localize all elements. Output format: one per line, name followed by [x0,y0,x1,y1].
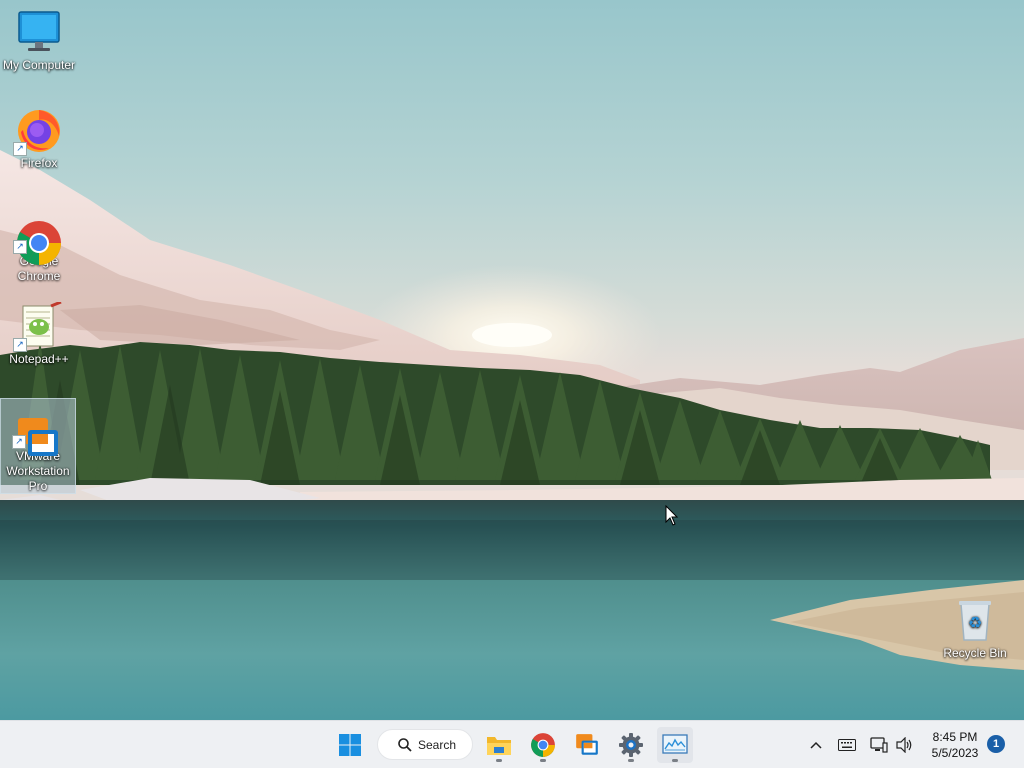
taskbar: Search 8:45 PM 5/5/2023 [0,720,1024,768]
desktop-icon-label: Firefox [20,156,58,170]
network-icon [870,737,888,753]
running-indicator [672,759,678,762]
running-indicator [628,759,634,762]
taskbar-app-resource-monitor[interactable] [657,727,693,763]
firefox-icon: ↗ [13,106,63,156]
chevron-up-icon [810,741,822,749]
speaker-icon [896,737,912,753]
desktop-icon-recycle-bin[interactable]: ♻ Recycle Bin [937,596,1013,661]
recycle-bin-icon: ♻ [951,596,999,644]
mouse-cursor-icon [665,504,679,532]
taskbar-search-box[interactable]: Search [377,729,473,760]
notification-count: 1 [992,738,1000,750]
keyboard-indicator[interactable] [836,721,858,769]
performance-monitor-icon [662,734,688,754]
network-status[interactable] [868,721,890,769]
start-button[interactable] [332,727,368,763]
clock-date: 5/5/2023 [931,746,979,760]
shortcut-arrow-icon: ↗ [13,338,27,352]
search-icon [398,737,412,752]
volume-control[interactable] [894,721,916,769]
search-label: Search [418,737,457,752]
desktop-icon-label: Recycle Bin [943,646,1007,660]
keyboard-icon [838,739,856,751]
clock[interactable]: 8:45 PM 5/5/2023 [924,729,986,761]
clock-time: 8:45 PM [932,730,978,744]
desktop-icon-google-chrome[interactable]: ↗ Google Chrome [1,204,77,284]
desktop-icon-vmware[interactable]: ↗ VMware Workstation Pro [0,398,76,494]
gear-icon [619,733,643,757]
shortcut-arrow-icon: ↗ [13,240,27,254]
desktop-icon-label: Notepad++ [9,352,69,366]
desktop-icon-label: My Computer [2,58,76,72]
vmware-icon: ↗ [12,399,62,456]
desktop-icon-my-computer[interactable]: My Computer [1,8,77,73]
folder-icon [487,737,511,755]
vmware-icon [576,734,598,755]
taskbar-app-google-chrome[interactable] [525,727,561,763]
notification-center-button[interactable]: 1 [987,735,1005,753]
running-indicator [496,759,502,762]
taskbar-app-vmware[interactable] [569,727,605,763]
show-hidden-icons-button[interactable] [806,721,826,769]
monitor-icon [15,8,63,56]
chrome-icon [531,733,555,757]
taskbar-app-settings[interactable] [613,727,649,763]
notepadpp-icon: ↗ [13,300,63,352]
desktop-icon-notepadpp[interactable]: ↗ Notepad++ [1,300,77,367]
running-indicator [540,759,546,762]
shortcut-arrow-icon: ↗ [12,435,26,449]
windows-logo-icon [339,734,361,756]
shortcut-arrow-icon: ↗ [13,142,27,156]
chrome-icon: ↗ [13,204,63,265]
desktop-icon-firefox[interactable]: ↗ Firefox [1,106,77,171]
svg-text:♻: ♻ [968,613,982,632]
taskbar-app-file-explorer[interactable] [481,727,517,763]
desktop-wallpaper [0,0,1024,720]
